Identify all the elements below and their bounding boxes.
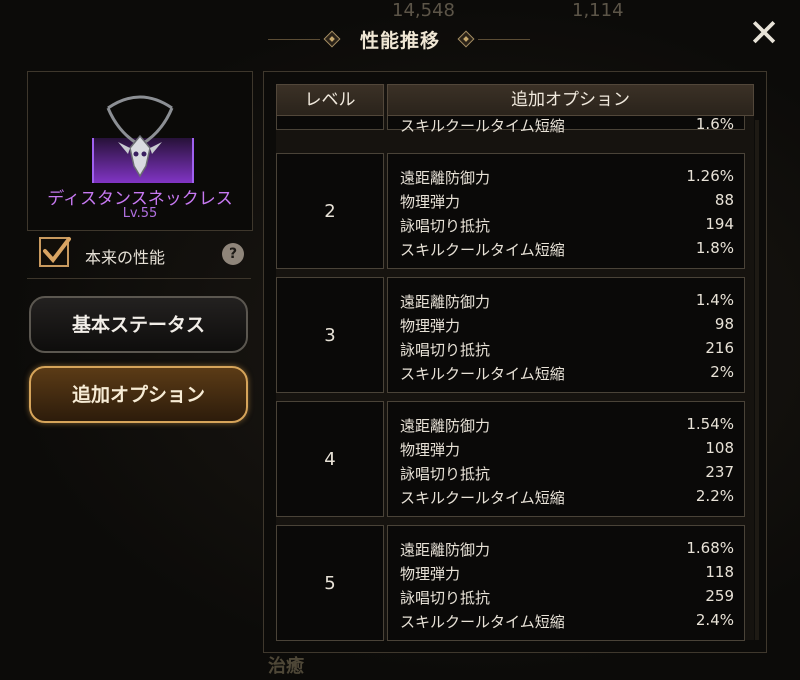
- original-performance-label: 本来の性能: [85, 248, 166, 267]
- close-icon: ✕: [748, 11, 780, 55]
- option-value: 118: [705, 563, 734, 581]
- row-options-cell: 遠距離防御力 1.68% 物理弾力 118 詠唱切り抵抗 259 スキルクールタイム短縮 2.…: [387, 525, 745, 641]
- option-value: 259: [705, 587, 734, 605]
- option-name: スキルクールタイム短縮: [400, 117, 565, 135]
- option-name: 遠距離防御力: [400, 417, 491, 435]
- header-divider: [478, 39, 530, 40]
- option-value: 1.26%: [686, 167, 734, 185]
- option-line: スキルクールタイム短縮 2.2%: [400, 487, 734, 511]
- header-ornament-icon: [323, 30, 341, 48]
- option-name: 物理弾力: [400, 193, 461, 211]
- option-name: 遠距離防御力: [400, 169, 491, 187]
- option-line: 物理弾力 108: [400, 439, 734, 463]
- option-name: スキルクールタイム短縮: [400, 489, 565, 507]
- option-value: 88: [714, 191, 734, 209]
- level-number: 4: [324, 449, 336, 470]
- scrollbar[interactable]: [755, 120, 759, 640]
- option-column-header: 追加オプション: [387, 84, 754, 116]
- option-line: 詠唱切り抵抗 237: [400, 463, 734, 487]
- row-level-cell: 3: [276, 277, 384, 393]
- background-value: 14,548: [392, 0, 455, 21]
- option-line: 物理弾力 118: [400, 563, 734, 587]
- option-value: 2.4%: [695, 611, 734, 629]
- help-icon[interactable]: ?: [222, 243, 244, 265]
- row-options-cell: 遠距離防御力 1.26% 物理弾力 88 詠唱切り抵抗 194 スキルクールタイム短縮 1.8…: [387, 153, 745, 269]
- basic-status-button[interactable]: 基本ステータス: [29, 296, 248, 353]
- checkmark-icon: [43, 237, 71, 264]
- option-name: 詠唱切り抵抗: [400, 465, 491, 483]
- close-button[interactable]: ✕: [744, 14, 784, 54]
- option-value: 216: [705, 339, 734, 357]
- item-card: ディスタンスネックレス Lv.55: [27, 71, 253, 231]
- option-line: 遠距離防御力 1.68%: [400, 539, 734, 563]
- original-performance-toggle: 本来の性能 ?: [27, 236, 251, 278]
- option-value: 98: [714, 315, 734, 333]
- option-line: スキルクールタイム短縮 2.4%: [400, 611, 734, 635]
- option-name: 物理弾力: [400, 565, 461, 583]
- option-value: 2%: [710, 363, 734, 381]
- option-line: 物理弾力 88: [400, 191, 734, 215]
- option-name: 遠距離防御力: [400, 541, 491, 559]
- additional-option-button[interactable]: 追加オプション: [29, 366, 248, 423]
- header-ornament-icon: [457, 30, 475, 48]
- option-name: スキルクールタイム短縮: [400, 365, 565, 383]
- dialog-title: 性能推移: [359, 30, 440, 52]
- option-name: スキルクールタイム短縮: [400, 241, 565, 259]
- option-line: スキルクールタイム短縮 1.8%: [400, 239, 734, 263]
- option-value: 2.2%: [695, 487, 734, 505]
- option-line: スキルクールタイム短縮 2%: [400, 363, 734, 387]
- option-name: 詠唱切り抵抗: [400, 341, 491, 359]
- option-line: 遠距離防御力 1.54%: [400, 415, 734, 439]
- option-name: 詠唱切り抵抗: [400, 589, 491, 607]
- row-level-cell: 2: [276, 153, 384, 269]
- level-number: 3: [324, 325, 336, 346]
- option-name: スキルクールタイム短縮: [400, 613, 565, 631]
- option-name: 物理弾力: [400, 441, 461, 459]
- option-value: 194: [705, 215, 734, 233]
- option-line: 物理弾力 98: [400, 315, 734, 339]
- option-value: 1.54%: [686, 415, 734, 433]
- background-currency-bar: 14,548 1,114: [0, 0, 800, 24]
- option-value: 108: [705, 439, 734, 457]
- option-name: 遠距離防御力: [400, 293, 491, 311]
- row-options-cell: 遠距離防御力 1.4% 物理弾力 98 詠唱切り抵抗 216 スキルクールタイム短縮 2%: [387, 277, 745, 393]
- background-value: 1,114: [572, 0, 624, 21]
- option-value: 1.8%: [695, 239, 734, 257]
- option-line: 詠唱切り抵抗 194: [400, 215, 734, 239]
- option-value: 237: [705, 463, 734, 481]
- option-line: 詠唱切り抵抗 259: [400, 587, 734, 611]
- row-level-cell: 5: [276, 525, 384, 641]
- level-number: 5: [324, 573, 336, 594]
- original-performance-checkbox[interactable]: [39, 237, 71, 267]
- level-number: 2: [324, 201, 336, 222]
- option-value: 1.4%: [695, 291, 734, 309]
- header-divider: [268, 39, 320, 40]
- option-line: 遠距離防御力 1.4%: [400, 291, 734, 315]
- row-level-cell: 4: [276, 401, 384, 517]
- background-label: 治癒: [268, 656, 304, 677]
- option-value: 1.6%: [695, 115, 734, 133]
- left-divider: [27, 278, 251, 279]
- option-line: 遠距離防御力 1.26%: [400, 167, 734, 191]
- item-level: Lv.55: [122, 206, 158, 221]
- option-name: 詠唱切り抵抗: [400, 217, 491, 235]
- option-value: 1.68%: [686, 539, 734, 557]
- necklace-icon: [106, 95, 174, 178]
- option-line: 詠唱切り抵抗 216: [400, 339, 734, 363]
- option-line: スキルクールタイム短縮 1.6%: [400, 115, 734, 139]
- row-options-cell: 遠距離防御力 1.54% 物理弾力 108 詠唱切り抵抗 237 スキルクールタイム短縮 2.…: [387, 401, 745, 517]
- level-column-header: レベル: [276, 84, 384, 116]
- dialog-header: 性能推移: [0, 22, 800, 56]
- option-name: 物理弾力: [400, 317, 461, 335]
